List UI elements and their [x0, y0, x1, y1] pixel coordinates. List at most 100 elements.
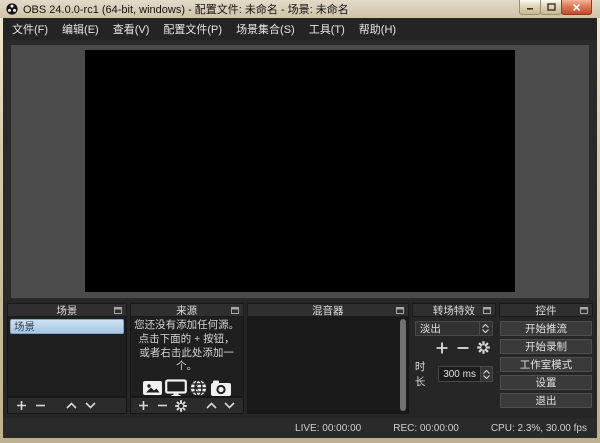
menu-item-scene-collection[interactable]: 场景集合(S): [229, 18, 302, 40]
add-scene-button[interactable]: [14, 399, 28, 413]
status-bar: LIVE: 00:00:00 REC: 00:00:00 CPU: 2.3%, …: [3, 418, 597, 438]
transitions-toolbar: [415, 340, 493, 355]
scene-move-down-button[interactable]: [83, 399, 97, 413]
source-properties-button[interactable]: [174, 399, 188, 413]
add-icon: [138, 400, 149, 411]
transition-select-value: 淡出: [416, 321, 479, 336]
menu-bar: 文件(F) 编辑(E) 查看(V) 配置文件(P) 场景集合(S) 工具(T) …: [3, 18, 597, 40]
caption-buttons: [520, 0, 592, 15]
menu-item-file[interactable]: 文件(F): [5, 18, 55, 40]
scenes-list: 场景: [7, 317, 127, 397]
scene-list-item[interactable]: 场景: [10, 319, 124, 334]
audio-mixer-panel: 混音器: [247, 303, 409, 414]
sources-list[interactable]: 您还没有添加任何源。 点击下面的 + 按钮， 或者右击此处添加一个。: [130, 317, 244, 397]
duration-label: 时长: [415, 359, 434, 389]
controls-body: 开始推流 开始录制 工作室模式 设置 退出: [499, 317, 593, 414]
remove-source-button[interactable]: [155, 399, 169, 413]
mixer-panel-header: 混音器: [247, 303, 409, 317]
exit-button[interactable]: 退出: [500, 393, 592, 408]
mixer-scrollbar[interactable]: [400, 319, 406, 411]
studio-mode-button[interactable]: 工作室模式: [500, 357, 592, 372]
start-recording-button[interactable]: 开始录制: [500, 339, 592, 354]
sources-toolbar: [130, 397, 244, 414]
remove-scene-button[interactable]: [33, 399, 47, 413]
panel-popout-icon[interactable]: [580, 307, 588, 314]
source-move-up-button[interactable]: [204, 399, 218, 413]
image-source-icon: [142, 379, 163, 397]
scene-transitions-panel: 转场特效 淡出: [412, 303, 496, 414]
mixer-body: [247, 317, 409, 414]
maximize-button[interactable]: [540, 0, 562, 15]
transition-select[interactable]: 淡出: [415, 321, 493, 336]
transition-properties-button[interactable]: [477, 341, 491, 355]
settings-button[interactable]: 设置: [500, 375, 592, 390]
scene-move-up-button[interactable]: [64, 399, 78, 413]
title-bar[interactable]: OBS 24.0.0-rc1 (64-bit, windows) - 配置文件:…: [0, 0, 600, 18]
duration-value: 300 ms: [439, 369, 480, 380]
menu-item-profile[interactable]: 配置文件(P): [156, 18, 229, 40]
menu-item-edit[interactable]: 编辑(E): [55, 18, 106, 40]
gear-icon: [477, 341, 490, 354]
preview-region: [3, 40, 597, 300]
scenes-panel: 场景 场景: [7, 303, 127, 414]
chevron-up-icon: [482, 324, 489, 328]
transitions-panel-header: 转场特效: [412, 303, 496, 317]
duration-spinbox[interactable]: 300 ms: [438, 366, 493, 382]
dock-row: 场景 场景: [3, 300, 597, 418]
remove-transition-button[interactable]: [456, 341, 470, 355]
controls-panel-header: 控件: [499, 303, 593, 317]
obs-window: OBS 24.0.0-rc1 (64-bit, windows) - 配置文件:…: [0, 0, 600, 443]
add-transition-button[interactable]: [435, 341, 449, 355]
duration-spin-arrows[interactable]: [480, 367, 492, 381]
scenes-panel-header: 场景: [7, 303, 127, 317]
minimize-button[interactable]: [519, 0, 541, 15]
panel-popout-icon[interactable]: [231, 307, 239, 314]
add-icon: [16, 400, 27, 411]
menu-item-view[interactable]: 查看(V): [106, 18, 157, 40]
chevron-up-icon: [483, 370, 490, 374]
chevron-down-icon: [483, 375, 490, 379]
preview-background: [11, 45, 589, 298]
display-capture-icon: [165, 379, 187, 397]
window-title: OBS 24.0.0-rc1 (64-bit, windows) - 配置文件:…: [23, 1, 349, 17]
preview-canvas[interactable]: [85, 50, 515, 292]
menu-item-tools[interactable]: 工具(T): [302, 18, 352, 40]
chevron-down-icon: [482, 329, 489, 333]
close-button[interactable]: [561, 0, 592, 15]
scenes-toolbar: [7, 397, 127, 414]
sources-panel: 来源 您还没有添加任何源。 点击下面的 + 按钮， 或者右击此处添加一个。: [130, 303, 244, 414]
transitions-panel-title: 转场特效: [433, 303, 475, 318]
gear-icon: [175, 400, 187, 412]
remove-icon: [35, 400, 46, 411]
panel-popout-icon[interactable]: [114, 307, 122, 314]
remove-icon: [157, 400, 168, 411]
cpu-fps: CPU: 2.3%, 30.00 fps: [491, 423, 587, 434]
transitions-body: 淡出: [412, 317, 496, 414]
controls-panel: 控件 开始推流 开始录制 工作室模式 设置 退出: [499, 303, 593, 414]
add-icon: [436, 342, 448, 354]
start-streaming-button[interactable]: 开始推流: [500, 321, 592, 336]
browser-source-icon: [189, 379, 208, 397]
maximize-icon: [547, 3, 556, 11]
sources-empty-state: 您还没有添加任何源。 点击下面的 + 按钮， 或者右击此处添加一个。: [131, 317, 243, 396]
obs-logo-icon: [6, 3, 18, 15]
move-down-icon: [224, 402, 235, 409]
menu-item-help[interactable]: 帮助(H): [352, 18, 403, 40]
mixer-panel-title: 混音器: [312, 303, 344, 318]
add-source-button[interactable]: [137, 399, 151, 413]
move-up-icon: [206, 402, 217, 409]
sources-empty-line: 您还没有添加任何源。: [134, 319, 239, 332]
minimize-icon: [526, 3, 534, 11]
source-move-down-button[interactable]: [223, 399, 237, 413]
sources-panel-title: 来源: [176, 303, 197, 318]
camera-source-icon: [210, 379, 232, 397]
sources-empty-line: 点击下面的 + 按钮，: [139, 333, 235, 346]
move-up-icon: [66, 402, 77, 409]
move-down-icon: [85, 402, 96, 409]
close-icon: [572, 3, 581, 12]
scenes-panel-title: 场景: [56, 303, 77, 318]
remove-icon: [457, 342, 469, 354]
panel-popout-icon[interactable]: [396, 307, 404, 314]
panel-popout-icon[interactable]: [483, 307, 491, 314]
live-time: LIVE: 00:00:00: [295, 423, 361, 434]
